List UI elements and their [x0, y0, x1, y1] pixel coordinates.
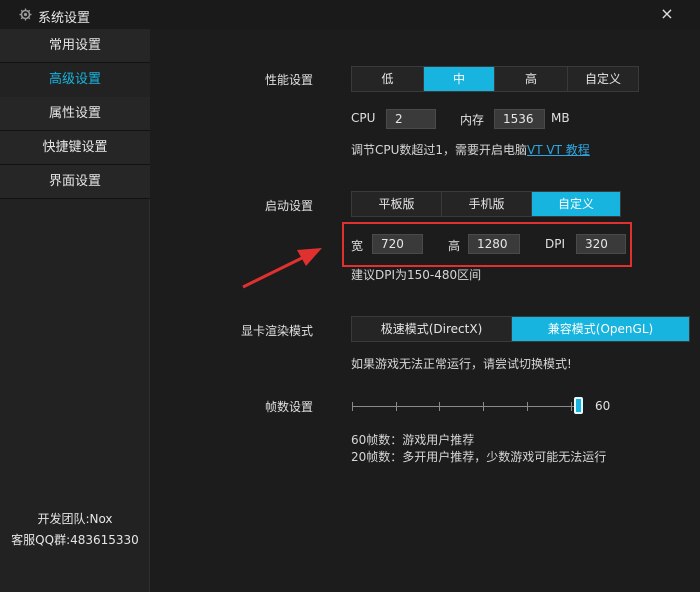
- annotation-arrow-icon: [242, 248, 322, 289]
